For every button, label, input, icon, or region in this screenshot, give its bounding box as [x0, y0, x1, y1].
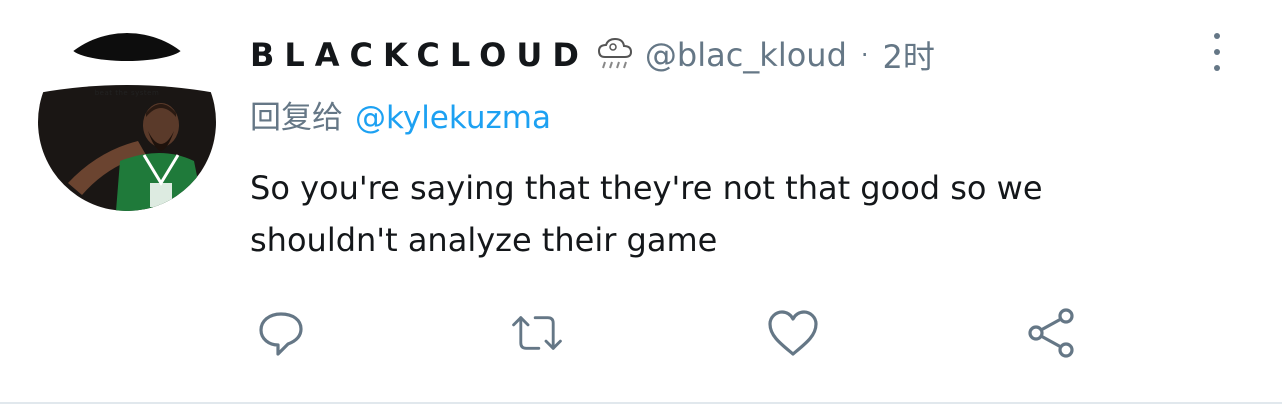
share-button[interactable] [1024, 306, 1078, 360]
user-handle[interactable]: @blac_kloud [645, 36, 847, 74]
tweet-text-line: shouldn't analyze their game [250, 221, 718, 259]
retweet-button[interactable] [510, 306, 564, 360]
avatar-image [38, 33, 216, 211]
cloud-rain-emoji-icon [595, 35, 635, 75]
reply-context: 回复给 @kylekuzma [250, 92, 551, 137]
reply-button[interactable] [254, 306, 308, 360]
tweet-header: BLACKCLOUD @blac_kloud · 2时 [250, 30, 935, 80]
timestamp[interactable]: 2时 [883, 32, 935, 78]
avatar[interactable]: beat the system [38, 33, 216, 211]
tweet-text-line: So you're saying that they're not that g… [250, 169, 1043, 207]
separator-dot: · [860, 41, 869, 69]
tweet-card[interactable]: beat the system BLACKCLOUD @blac_kloud ·… [0, 0, 1282, 404]
retweet-icon [512, 316, 562, 350]
reply-icon [259, 312, 303, 356]
avatar-caption: beat the system [94, 89, 160, 97]
like-button[interactable] [766, 306, 820, 360]
reply-mention-link[interactable]: @kylekuzma [355, 100, 551, 136]
more-vertical-icon[interactable] [1204, 30, 1230, 74]
tweet-text: So you're saying that they're not that g… [250, 162, 1230, 266]
display-name[interactable]: BLACKCLOUD [250, 36, 589, 74]
reply-prefix: 回复给 [250, 100, 343, 136]
like-icon [768, 310, 818, 356]
share-icon [1028, 308, 1074, 358]
